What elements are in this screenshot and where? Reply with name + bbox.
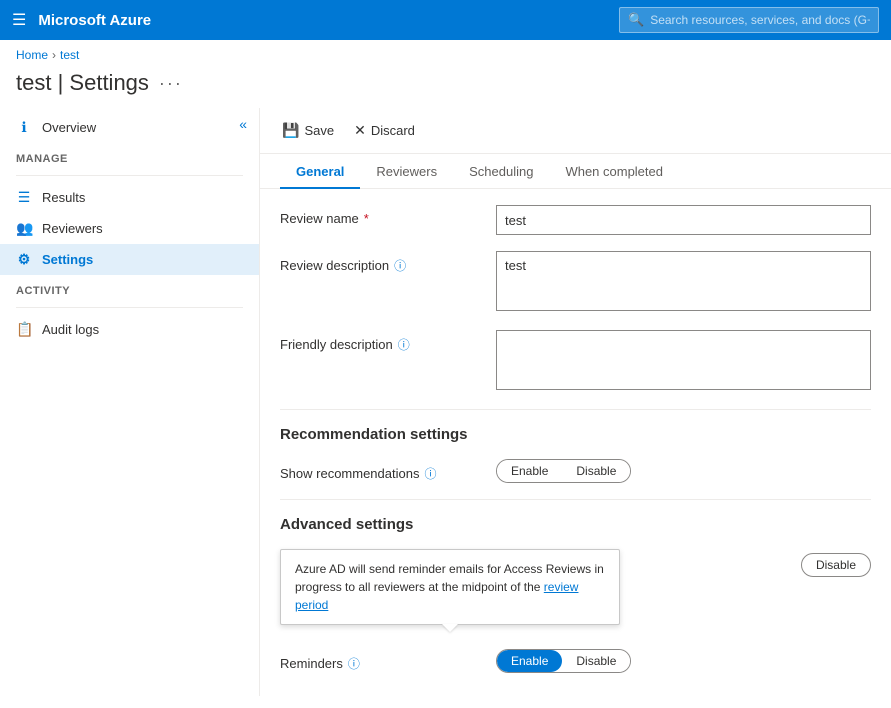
discard-icon: ✕ <box>354 122 366 139</box>
discard-button[interactable]: ✕ Discard <box>352 118 417 143</box>
sidebar-divider-manage <box>16 175 243 176</box>
show-recommendations-row: Show recommendations ⓘ Enable Disable <box>280 459 871 483</box>
required-indicator: * <box>364 211 369 226</box>
reminders-toggle: Enable Disable <box>496 649 631 673</box>
breadcrumb-separator: › <box>52 48 56 62</box>
sidebar-item-overview[interactable]: ℹ Overview <box>0 112 259 143</box>
breadcrumb-home[interactable]: Home <box>16 48 48 62</box>
breadcrumb: Home › test <box>0 40 891 66</box>
advanced-right: Disable <box>801 549 871 577</box>
review-name-row: Review name * <box>280 205 871 235</box>
review-description-info-icon[interactable]: ⓘ <box>394 257 406 274</box>
advanced-left: Azure AD will send reminder emails for A… <box>280 549 785 633</box>
review-name-input[interactable] <box>496 205 871 235</box>
save-button[interactable]: 💾 Save <box>280 118 336 143</box>
settings-icon: ⚙ <box>16 251 32 268</box>
content-area: 💾 Save ✕ Discard General Reviewers Sched… <box>260 108 891 696</box>
tabs: General Reviewers Scheduling When comple… <box>260 154 891 189</box>
tab-general[interactable]: General <box>280 154 360 189</box>
app-title: Microsoft Azure <box>38 12 607 29</box>
search-input[interactable] <box>650 13 870 27</box>
info-icon: ℹ <box>16 119 32 136</box>
advanced-disable-button[interactable]: Disable <box>801 553 871 577</box>
reminders-row: Reminders ⓘ Enable Disable <box>280 649 871 673</box>
section-divider-2 <box>280 499 871 500</box>
form-content: Review name * Review description ⓘ test <box>260 189 891 696</box>
page-title: test | Settings <box>16 70 149 96</box>
page-title-prefix: test <box>16 70 51 95</box>
recommendation-settings-title: Recommendation settings <box>280 426 871 443</box>
friendly-description-input[interactable] <box>496 330 871 390</box>
friendly-description-input-container <box>496 330 871 393</box>
search-icon: 🔍 <box>628 12 644 28</box>
topbar: ☰ Microsoft Azure 🔍 <box>0 0 891 40</box>
show-recommendations-enable-button[interactable]: Enable <box>497 460 562 482</box>
review-description-row: Review description ⓘ test <box>280 251 871 314</box>
search-bar[interactable]: 🔍 <box>619 7 879 33</box>
sidebar-item-settings[interactable]: ⚙ Settings <box>0 244 259 275</box>
sidebar-item-reviewers[interactable]: 👥 Reviewers <box>0 213 259 244</box>
review-name-input-container <box>496 205 871 235</box>
reminders-info-icon[interactable]: ⓘ <box>348 655 360 672</box>
audit-logs-icon: 📋 <box>16 321 32 338</box>
toolbar: 💾 Save ✕ Discard <box>260 108 891 154</box>
sidebar-section-activity: Activity <box>0 275 259 301</box>
review-description-input-container: test <box>496 251 871 314</box>
review-description-input[interactable]: test <box>496 251 871 311</box>
page-title-text: Settings <box>69 70 149 95</box>
review-description-label: Review description ⓘ <box>280 251 480 274</box>
sidebar-item-results[interactable]: ☰ Results <box>0 182 259 213</box>
sidebar-section-manage: Manage <box>0 143 259 169</box>
main-layout: « ℹ Overview Manage ☰ Results 👥 Reviewer… <box>0 108 891 696</box>
review-name-label: Review name * <box>280 205 480 226</box>
more-options-icon[interactable]: ··· <box>159 73 183 94</box>
reminders-toggle-container: Enable Disable <box>496 649 871 673</box>
sidebar-item-audit-logs[interactable]: 📋 Audit logs <box>0 314 259 345</box>
tab-reviewers[interactable]: Reviewers <box>360 154 453 189</box>
save-label: Save <box>304 123 334 138</box>
sidebar-item-label: Results <box>42 190 85 205</box>
save-icon: 💾 <box>282 122 299 139</box>
friendly-description-label: Friendly description ⓘ <box>280 330 480 353</box>
reminders-enable-button[interactable]: Enable <box>497 650 562 672</box>
sidebar: « ℹ Overview Manage ☰ Results 👥 Reviewer… <box>0 108 260 696</box>
sidebar-divider-activity <box>16 307 243 308</box>
sidebar-item-label: Reviewers <box>42 221 103 236</box>
reminders-label: Reminders ⓘ <box>280 649 480 672</box>
friendly-description-row: Friendly description ⓘ <box>280 330 871 393</box>
show-recommendations-toggle-container: Enable Disable <box>496 459 871 483</box>
friendly-description-info-icon[interactable]: ⓘ <box>398 336 410 353</box>
breadcrumb-current[interactable]: test <box>60 48 79 62</box>
sidebar-item-label: Overview <box>42 120 96 135</box>
advanced-reminder-row: Azure AD will send reminder emails for A… <box>280 549 871 633</box>
show-recommendations-info-icon[interactable]: ⓘ <box>424 465 436 482</box>
tooltip-callout: Azure AD will send reminder emails for A… <box>280 549 620 625</box>
page-header: test | Settings ··· <box>0 66 891 108</box>
hamburger-icon[interactable]: ☰ <box>12 10 26 30</box>
show-recommendations-disable-button[interactable]: Disable <box>562 460 630 482</box>
results-icon: ☰ <box>16 189 32 206</box>
sidebar-collapse-button[interactable]: « <box>239 116 247 132</box>
sidebar-item-label: Audit logs <box>42 322 99 337</box>
page-title-separator: | <box>58 70 70 95</box>
show-recommendations-label: Show recommendations ⓘ <box>280 459 480 482</box>
show-recommendations-toggle: Enable Disable <box>496 459 631 483</box>
discard-label: Discard <box>371 123 415 138</box>
sidebar-item-label: Settings <box>42 252 93 267</box>
tab-scheduling[interactable]: Scheduling <box>453 154 549 189</box>
reminders-disable-button[interactable]: Disable <box>562 650 630 672</box>
tab-when-completed[interactable]: When completed <box>549 154 679 189</box>
reviewers-icon: 👥 <box>16 220 32 237</box>
advanced-settings-title: Advanced settings <box>280 516 871 533</box>
section-divider-1 <box>280 409 871 410</box>
